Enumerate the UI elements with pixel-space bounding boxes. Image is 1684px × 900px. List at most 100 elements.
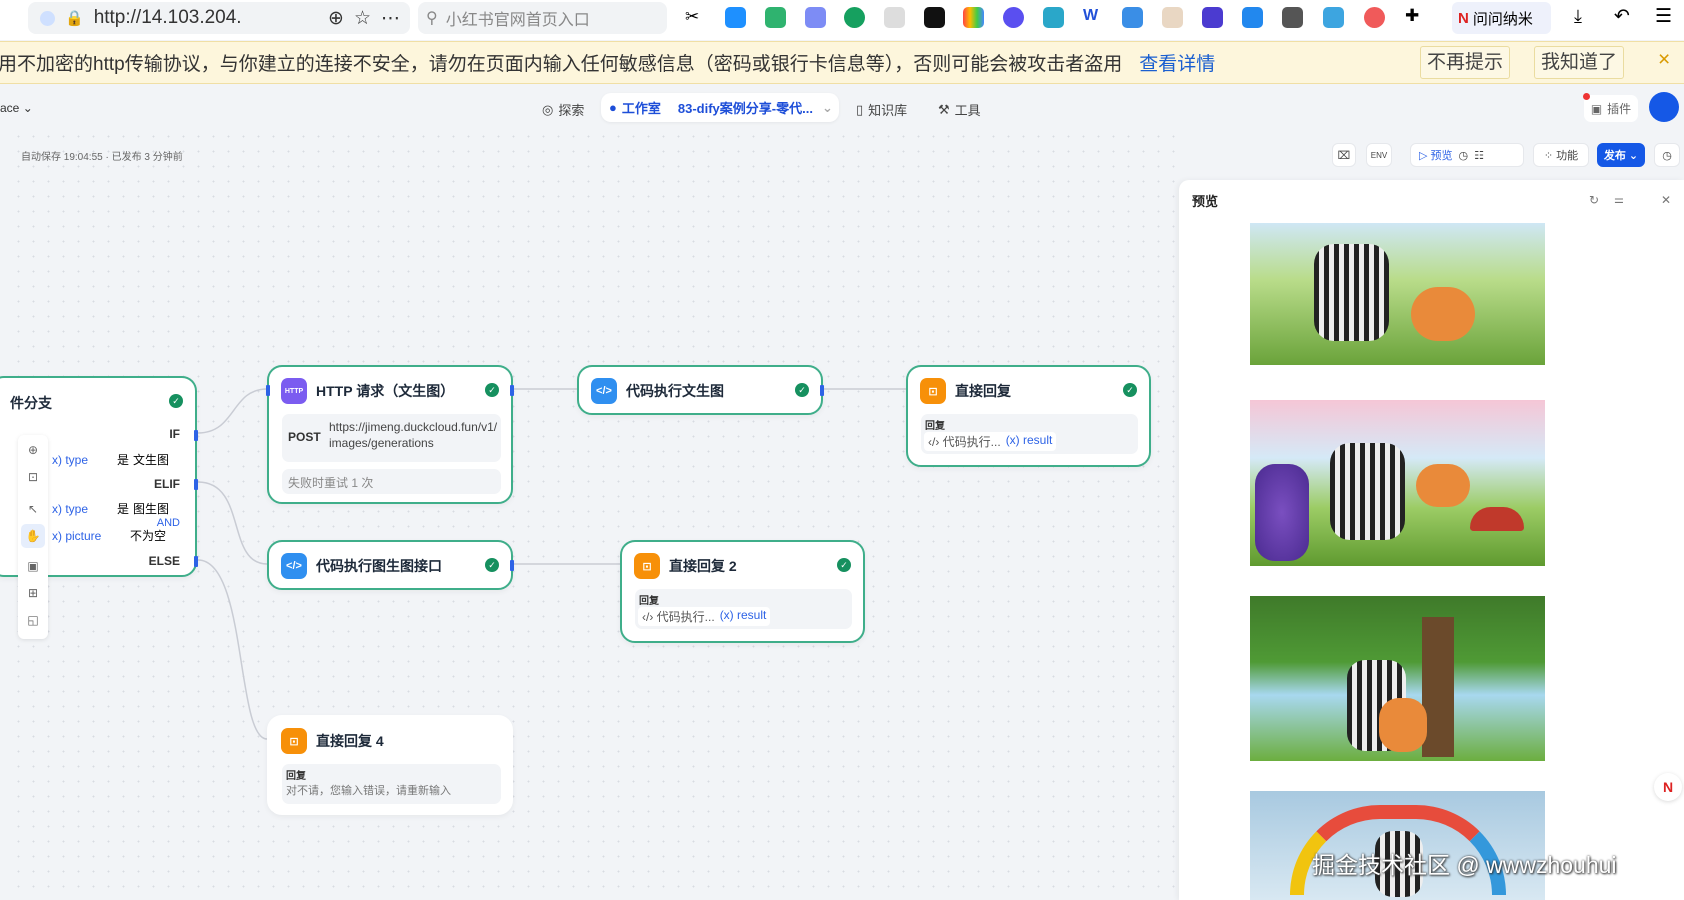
puzzle-icon[interactable]: ✚: [1405, 6, 1419, 26]
add-node-icon[interactable]: ⊕: [21, 438, 45, 462]
code-node-image2image[interactable]: </> 代码执行图生图接口 ✓: [267, 540, 514, 590]
extension-icon[interactable]: [1202, 7, 1223, 28]
translate-icon[interactable]: [1323, 7, 1344, 28]
avatar[interactable]: [1649, 92, 1679, 122]
retry-info: 失败时重试 1 次: [282, 469, 501, 494]
code-icon: </>: [591, 378, 617, 404]
success-icon: ✓: [485, 383, 499, 397]
reply-label: 回复: [639, 596, 659, 607]
preview-button[interactable]: ▷ 预览: [1419, 147, 1453, 163]
success-icon: ✓: [1123, 383, 1137, 397]
node-title: 直接回复 4: [316, 733, 384, 749]
dont-remind-button[interactable]: 不再提示: [1420, 46, 1511, 79]
reply-icon: ⊡: [920, 378, 946, 404]
features-icon: ⁘: [1543, 149, 1554, 162]
assistant-float-icon[interactable]: N: [1654, 773, 1682, 801]
node-title: 直接回复: [955, 383, 1011, 399]
run-history-icon[interactable]: ◷: [1459, 149, 1469, 162]
reply-icon: ⊡: [634, 553, 660, 579]
restart-icon[interactable]: ↻: [1589, 193, 1599, 207]
elif-label: ELIF: [154, 477, 180, 491]
generated-image[interactable]: [1250, 596, 1545, 761]
answer-node-2[interactable]: ⊡ 直接回复 2 ✓ 回复 ‹/› 代码执行... (x) result: [620, 540, 865, 643]
undo-icon[interactable]: ↶: [1614, 5, 1630, 28]
http-request-node[interactable]: HTTP HTTP 请求（文生图） ✓ POST https://jimeng.…: [266, 365, 514, 504]
extension-icon[interactable]: [1364, 7, 1385, 28]
input-handle[interactable]: [266, 385, 270, 396]
publish-button[interactable]: 发布 ⌄: [1597, 143, 1645, 167]
answer-node-1[interactable]: ⊡ 直接回复 ✓ 回复 ‹/› 代码执行... (x) result: [906, 365, 1151, 467]
node-title: HTTP 请求（文生图）: [316, 383, 455, 399]
env-button[interactable]: ENV: [1366, 143, 1392, 167]
output-handle[interactable]: [820, 385, 824, 396]
notification-dot: [1583, 93, 1590, 100]
version-history-button[interactable]: ◷: [1654, 143, 1680, 167]
organize-icon[interactable]: ⊞: [21, 581, 45, 605]
panel-title: 预览: [1192, 194, 1219, 209]
download-icon[interactable]: ⤓: [1574, 6, 1582, 27]
profile-label: 问问纳米: [1472, 10, 1533, 28]
close-icon[interactable]: ✕: [1661, 193, 1671, 207]
condition-row[interactable]: x) type 是文生图: [49, 449, 189, 470]
close-icon[interactable]: ×: [1658, 48, 1670, 72]
condition-row[interactable]: x) picture 不为空: [49, 525, 189, 546]
hand-icon[interactable]: ✋: [21, 524, 45, 548]
elif-handle[interactable]: [194, 479, 198, 490]
node-title: 代码执行文生图: [626, 383, 724, 399]
reply-text: 对不请，您输入错误，请重新输入: [286, 785, 451, 797]
node-title: 代码执行图生图接口: [316, 558, 442, 574]
profile-button[interactable]: N 问问纳米: [1452, 2, 1551, 34]
node-title: 件分支: [10, 395, 52, 411]
code-icon: </>: [281, 553, 307, 579]
else-label: ELSE: [148, 554, 180, 568]
success-icon: ✓: [837, 558, 851, 572]
extension-icon[interactable]: [1282, 7, 1303, 28]
reply-label: 回复: [286, 771, 306, 782]
edge: [197, 388, 268, 434]
got-it-button[interactable]: 我知道了: [1534, 46, 1625, 79]
http-url: https://jimeng.duckcloud.fun/v1/images/g…: [329, 420, 498, 450]
export-image-icon[interactable]: ▣: [21, 554, 45, 578]
request-info: POST https://jimeng.duckcloud.fun/v1/ima…: [282, 414, 501, 462]
extension-icon[interactable]: [1242, 7, 1263, 28]
reply-content: 回复 对不请，您输入错误，请重新输入: [282, 764, 501, 804]
checklist-button[interactable]: ⌧: [1332, 143, 1356, 167]
success-icon: ✓: [169, 394, 183, 408]
condition-row[interactable]: x) type 是图生图: [49, 498, 189, 519]
preview-group: ▷ 预览 ◷ ☷: [1410, 143, 1524, 167]
list-icon[interactable]: ☷: [1474, 149, 1484, 162]
output-handle[interactable]: [510, 385, 514, 396]
menu-icon[interactable]: ☰: [1655, 5, 1672, 28]
canvas-tools-panel: ⊕ ⊡ ↖ ✋ ▣ ⊞ ◱: [18, 435, 48, 639]
watermark: 掘金技术社区 @ wwwzhouhui: [1312, 852, 1617, 878]
code-node-text2image[interactable]: </> 代码执行文生图 ✓: [577, 365, 824, 415]
plugin-icon: ▣: [1590, 101, 1603, 116]
else-handle[interactable]: [194, 556, 198, 567]
success-icon: ✓: [795, 383, 809, 397]
answer-node-4[interactable]: ⊡ 直接回复 4 回复 对不请，您输入错误，请重新输入: [267, 715, 513, 815]
edge: [197, 481, 268, 565]
edge: [197, 559, 268, 740]
variables-icon[interactable]: ⚌: [1614, 193, 1624, 206]
output-handle[interactable]: [510, 560, 514, 571]
if-handle[interactable]: [194, 430, 198, 441]
reply-content: 回复 ‹/› 代码执行... (x) result: [635, 589, 852, 629]
generated-image[interactable]: [1250, 400, 1545, 566]
reply-icon: ⊡: [281, 728, 307, 754]
if-label: IF: [169, 427, 180, 441]
generated-image[interactable]: [1250, 223, 1545, 365]
http-icon: HTTP: [281, 378, 307, 404]
preview-panel: 预览 ↻ ⚌ ✕: [1179, 180, 1684, 900]
pointer-icon[interactable]: ↖: [21, 497, 45, 521]
reply-content: 回复 ‹/› 代码执行... (x) result: [921, 414, 1138, 454]
add-note-icon[interactable]: ⊡: [21, 465, 45, 489]
features-button[interactable]: ⁘ 功能: [1533, 143, 1589, 167]
http-method: POST: [288, 430, 321, 444]
variable-tag: ‹/› 代码执行... (x) result: [924, 432, 1057, 451]
minimap-icon[interactable]: ◱: [21, 608, 45, 632]
node-title: 直接回复 2: [669, 558, 737, 574]
plugins-button[interactable]: ▣ 插件: [1584, 95, 1638, 122]
success-icon: ✓: [485, 558, 499, 572]
profile-icon: N: [1458, 9, 1469, 27]
variable-tag: ‹/› 代码执行... (x) result: [638, 607, 771, 626]
